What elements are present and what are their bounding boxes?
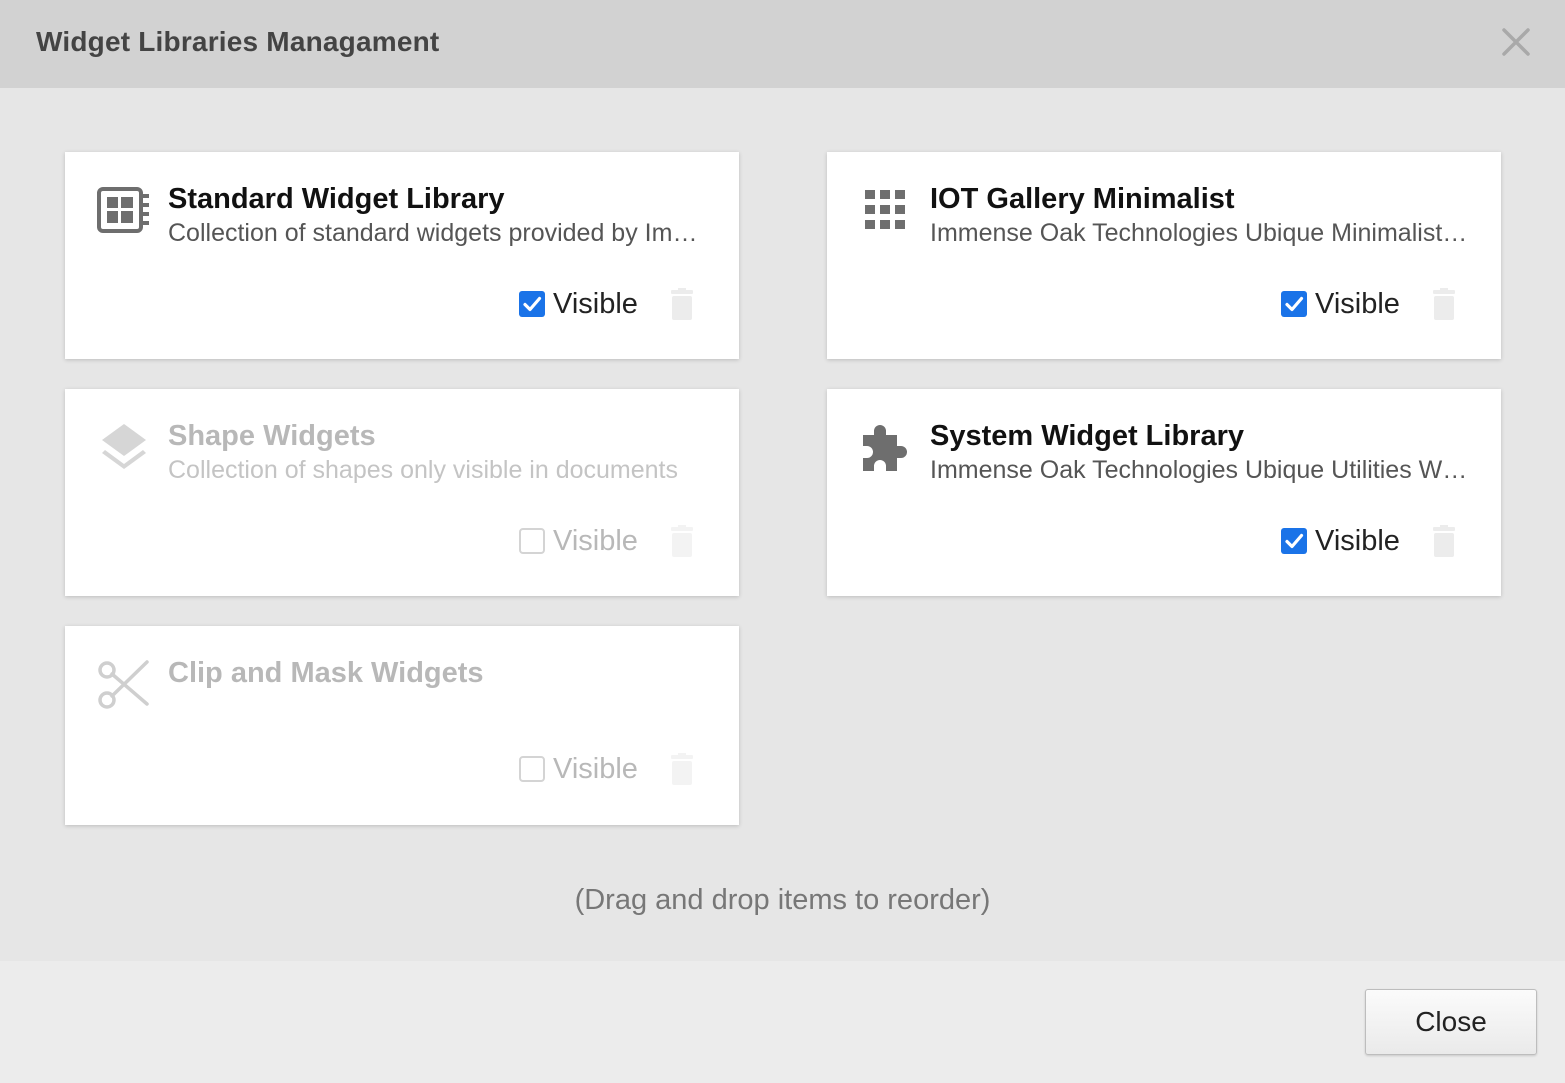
trash-icon[interactable]	[668, 753, 696, 787]
scissors-icon	[97, 658, 151, 712]
library-description: Collection of standard widgets provided …	[168, 219, 708, 247]
layers-icon	[97, 421, 151, 475]
dialog-footer: Close	[0, 961, 1565, 1083]
library-description: Collection of shapes only visible in doc…	[168, 456, 678, 484]
library-card-system[interactable]: System Widget Library Immense Oak Techno…	[827, 389, 1501, 596]
dialog-title: Widget Libraries Managament	[36, 26, 440, 57]
dialog-header: Widget Libraries Managament	[0, 0, 1565, 88]
library-name: Standard Widget Library	[168, 183, 505, 215]
visible-label: Visible	[553, 752, 638, 785]
library-description: Immense Oak Technologies Ubique Minimali…	[930, 219, 1470, 247]
checkbox-checked-icon[interactable]	[1281, 291, 1307, 317]
visible-label: Visible	[553, 287, 638, 320]
trash-icon[interactable]	[668, 525, 696, 559]
widget-layout-icon	[97, 184, 151, 238]
visible-checkbox[interactable]: Visible	[1281, 524, 1411, 558]
library-name: Shape Widgets	[168, 420, 376, 452]
widget-libraries-dialog: Widget Libraries Managament Standard Wid…	[0, 0, 1565, 1083]
visible-checkbox[interactable]: Visible	[1281, 287, 1411, 321]
trash-icon[interactable]	[1430, 525, 1458, 559]
visible-label: Visible	[1315, 287, 1400, 320]
library-card-iot-gallery[interactable]: IOT Gallery Minimalist Immense Oak Techn…	[827, 152, 1501, 359]
trash-icon[interactable]	[1430, 288, 1458, 322]
library-card-shape-widgets[interactable]: Shape Widgets Collection of shapes only …	[65, 389, 739, 596]
checkbox-unchecked-icon[interactable]	[519, 756, 545, 782]
library-description: Immense Oak Technologies Ubique Utilitie…	[930, 456, 1470, 484]
checkbox-checked-icon[interactable]	[1281, 528, 1307, 554]
puzzle-piece-icon	[859, 421, 913, 475]
checkbox-unchecked-icon[interactable]	[519, 528, 545, 554]
grid-dots-icon	[859, 184, 913, 238]
close-icon[interactable]	[1496, 22, 1536, 62]
trash-icon[interactable]	[668, 288, 696, 322]
library-name: Clip and Mask Widgets	[168, 657, 484, 689]
library-name: System Widget Library	[930, 420, 1244, 452]
visible-checkbox[interactable]: Visible	[519, 752, 649, 786]
library-list: Standard Widget Library Collection of st…	[0, 88, 1565, 961]
library-name: IOT Gallery Minimalist	[930, 183, 1235, 215]
visible-label: Visible	[553, 524, 638, 557]
close-button[interactable]: Close	[1365, 989, 1537, 1055]
library-card-clip-mask[interactable]: Clip and Mask Widgets Visible	[65, 626, 739, 825]
visible-label: Visible	[1315, 524, 1400, 557]
reorder-hint: (Drag and drop items to reorder)	[574, 884, 991, 916]
visible-checkbox[interactable]: Visible	[519, 524, 649, 558]
visible-checkbox[interactable]: Visible	[519, 287, 649, 321]
library-card-standard[interactable]: Standard Widget Library Collection of st…	[65, 152, 739, 359]
checkbox-checked-icon[interactable]	[519, 291, 545, 317]
